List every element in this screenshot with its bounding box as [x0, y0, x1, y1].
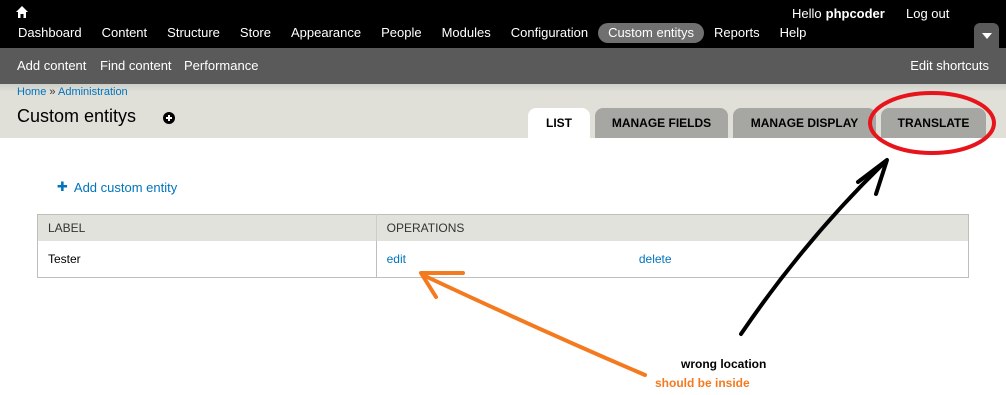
delete-cell: delete — [628, 240, 969, 278]
tab-translate[interactable]: Translate — [881, 108, 986, 138]
menu-item-dashboard[interactable]: Dashboard — [8, 23, 92, 43]
shortcut-add-content[interactable]: Add content — [17, 58, 86, 73]
orange-arrow — [423, 274, 647, 377]
menu-item-configuration[interactable]: Configuration — [501, 23, 598, 43]
menu-item-custom-entitys[interactable]: Custom entitys — [598, 23, 705, 43]
shortcuts-bar: Add content Find content Performance Edi… — [0, 48, 1006, 84]
tab-manage-fields[interactable]: Manage fields — [595, 108, 728, 138]
menu-item-store[interactable]: Store — [230, 23, 281, 43]
edit-shortcuts-link[interactable]: Edit shortcuts — [910, 58, 989, 73]
shortcut-find-content[interactable]: Find content — [100, 58, 172, 73]
delete-link[interactable]: delete — [639, 252, 672, 266]
row-label: Tester — [37, 240, 377, 278]
toolbar-menu: Dashboard Content Structure Store Appear… — [8, 23, 816, 43]
username-link[interactable]: phpcoder — [826, 6, 885, 21]
annotation-wrong-location: wrong location — [681, 357, 767, 371]
edit-cell: edit — [375, 240, 629, 278]
menu-item-appearance[interactable]: Appearance — [281, 23, 371, 43]
add-custom-entity-link[interactable]: ✚ Add custom entity — [57, 179, 177, 195]
menu-item-modules[interactable]: Modules — [432, 23, 501, 43]
edit-link[interactable]: edit — [387, 252, 406, 266]
menu-item-people[interactable]: People — [371, 23, 431, 43]
breadcrumb-home[interactable]: Home — [17, 86, 46, 98]
breadcrumb-administration[interactable]: Administration — [58, 86, 128, 98]
menu-item-help[interactable]: Help — [770, 23, 817, 43]
logout-link[interactable]: Log out — [906, 6, 949, 21]
chevron-down-icon — [982, 33, 992, 39]
menu-item-reports[interactable]: Reports — [704, 23, 770, 43]
home-icon[interactable] — [15, 5, 29, 19]
column-header-label: LABEL — [37, 214, 377, 241]
plus-icon: ✚ — [57, 179, 68, 194]
menu-item-content[interactable]: Content — [92, 23, 158, 43]
table-header-row: LABEL OPERATIONS — [37, 214, 970, 241]
page-title: Custom entitys — [17, 106, 137, 126]
breadcrumb-separator: » — [49, 86, 56, 98]
entities-table: LABEL OPERATIONS Tester edit delete — [37, 214, 970, 278]
table-row: Tester edit delete — [37, 240, 969, 278]
breadcrumb: Home » Administration — [17, 86, 128, 98]
column-header-operations: OPERATIONS — [376, 214, 970, 241]
tab-list[interactable]: List — [528, 108, 590, 138]
user-area: Hello phpcoder Log out — [792, 6, 949, 21]
tab-manage-display[interactable]: Manage display — [733, 108, 876, 138]
annotation-should-be-inside: should be inside — [655, 376, 750, 390]
add-custom-entity-label: Add custom entity — [73, 179, 178, 195]
admin-toolbar: Hello phpcoder Log out Dashboard Content … — [0, 0, 1006, 48]
greeting: Hello — [792, 6, 822, 21]
menu-item-structure[interactable]: Structure — [157, 23, 230, 43]
add-shortcut-icon[interactable] — [163, 112, 175, 124]
shortcut-performance[interactable]: Performance — [184, 58, 258, 73]
black-arrowhead — [856, 158, 889, 196]
shortcuts-toggle-button[interactable] — [974, 23, 999, 48]
